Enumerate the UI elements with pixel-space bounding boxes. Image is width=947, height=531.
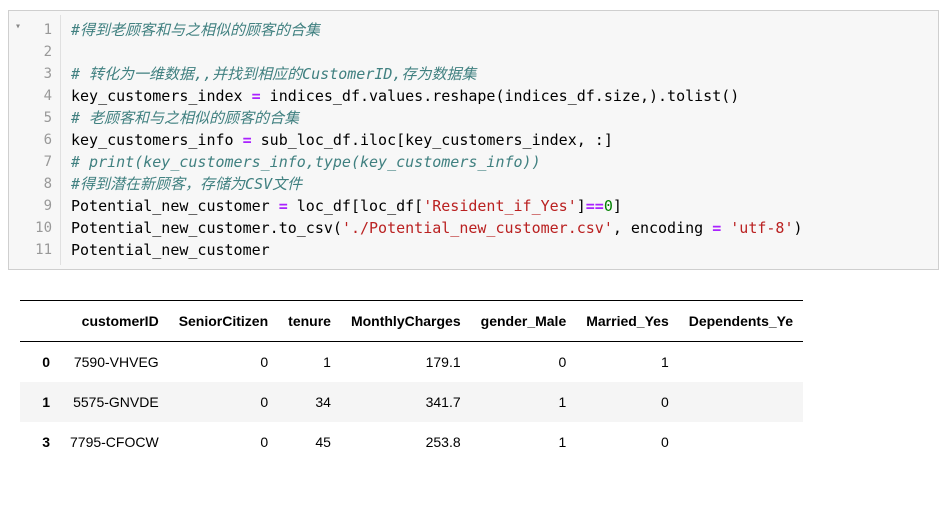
line-number: 1	[27, 19, 52, 41]
line-number: 9	[27, 195, 52, 217]
table-body: 07590-VHVEG01179.10115575-GNVDE034341.71…	[20, 342, 803, 463]
code-cell: ▾ 1234567891011 #得到老顾客和与之相似的顾客的合集 # 转化为一…	[8, 10, 939, 270]
cell: 1	[576, 342, 679, 383]
line-number: 3	[27, 63, 52, 85]
column-header: MonthlyCharges	[341, 301, 471, 342]
cell: 0	[169, 422, 278, 462]
table-row: 37795-CFOCW045253.810	[20, 422, 803, 462]
cell: 0	[471, 342, 577, 383]
code-line: Potential_new_customer = loc_df[loc_df['…	[71, 195, 930, 217]
cell	[679, 422, 803, 462]
cell: 7590-VHVEG	[60, 342, 169, 383]
row-index: 0	[20, 342, 60, 383]
code-line	[71, 41, 930, 63]
row-index: 3	[20, 422, 60, 462]
cell: 0	[169, 382, 278, 422]
cell: 45	[278, 422, 341, 462]
code-line: # 老顾客和与之相似的顾客的合集	[71, 107, 930, 129]
cell: 0	[576, 422, 679, 462]
code-line: Potential_new_customer.to_csv('./Potenti…	[71, 217, 930, 239]
code-line: # 转化为一维数据,,并找到相应的CustomerID,存为数据集	[71, 63, 930, 85]
line-number: 2	[27, 41, 52, 63]
column-header: tenure	[278, 301, 341, 342]
column-header: SeniorCitizen	[169, 301, 278, 342]
cell: 7795-CFOCW	[60, 422, 169, 462]
cell-collapse-icon[interactable]: ▾	[15, 21, 21, 32]
line-number: 8	[27, 173, 52, 195]
code-line: #得到潜在新顾客，存储为CSV文件	[71, 173, 930, 195]
code-line: # print(key_customers_info,type(key_cust…	[71, 151, 930, 173]
cell: 253.8	[341, 422, 471, 462]
cell: 1	[471, 422, 577, 462]
index-header	[20, 301, 60, 342]
code-line: key_customers_index = indices_df.values.…	[71, 85, 930, 107]
cell: 0	[576, 382, 679, 422]
column-header: Married_Yes	[576, 301, 679, 342]
table-row: 07590-VHVEG01179.101	[20, 342, 803, 383]
table-header: customerIDSeniorCitizentenureMonthlyChar…	[20, 301, 803, 342]
line-number: 5	[27, 107, 52, 129]
column-header: customerID	[60, 301, 169, 342]
cell: 0	[169, 342, 278, 383]
code-editor[interactable]: #得到老顾客和与之相似的顾客的合集 # 转化为一维数据,,并找到相应的Custo…	[61, 15, 938, 265]
line-number-gutter: 1234567891011	[27, 15, 61, 265]
prompt-gutter: ▾	[9, 11, 27, 269]
row-index: 1	[20, 382, 60, 422]
cell: 179.1	[341, 342, 471, 383]
column-header: gender_Male	[471, 301, 577, 342]
code-line: Potential_new_customer	[71, 239, 930, 261]
cell: 34	[278, 382, 341, 422]
column-header: Dependents_Ye	[679, 301, 803, 342]
cell: 1	[471, 382, 577, 422]
cell: 5575-GNVDE	[60, 382, 169, 422]
line-number: 6	[27, 129, 52, 151]
cell	[679, 382, 803, 422]
cell: 341.7	[341, 382, 471, 422]
dataframe-table: customerIDSeniorCitizentenureMonthlyChar…	[20, 300, 803, 462]
table-row: 15575-GNVDE034341.710	[20, 382, 803, 422]
code-area: 1234567891011 #得到老顾客和与之相似的顾客的合集 # 转化为一维数…	[27, 11, 938, 269]
line-number: 7	[27, 151, 52, 173]
code-line: #得到老顾客和与之相似的顾客的合集	[71, 19, 930, 41]
code-line: key_customers_info = sub_loc_df.iloc[key…	[71, 129, 930, 151]
cell	[679, 342, 803, 383]
line-number: 11	[27, 239, 52, 261]
line-number: 4	[27, 85, 52, 107]
output-area: customerIDSeniorCitizentenureMonthlyChar…	[0, 300, 947, 462]
cell: 1	[278, 342, 341, 383]
line-number: 10	[27, 217, 52, 239]
